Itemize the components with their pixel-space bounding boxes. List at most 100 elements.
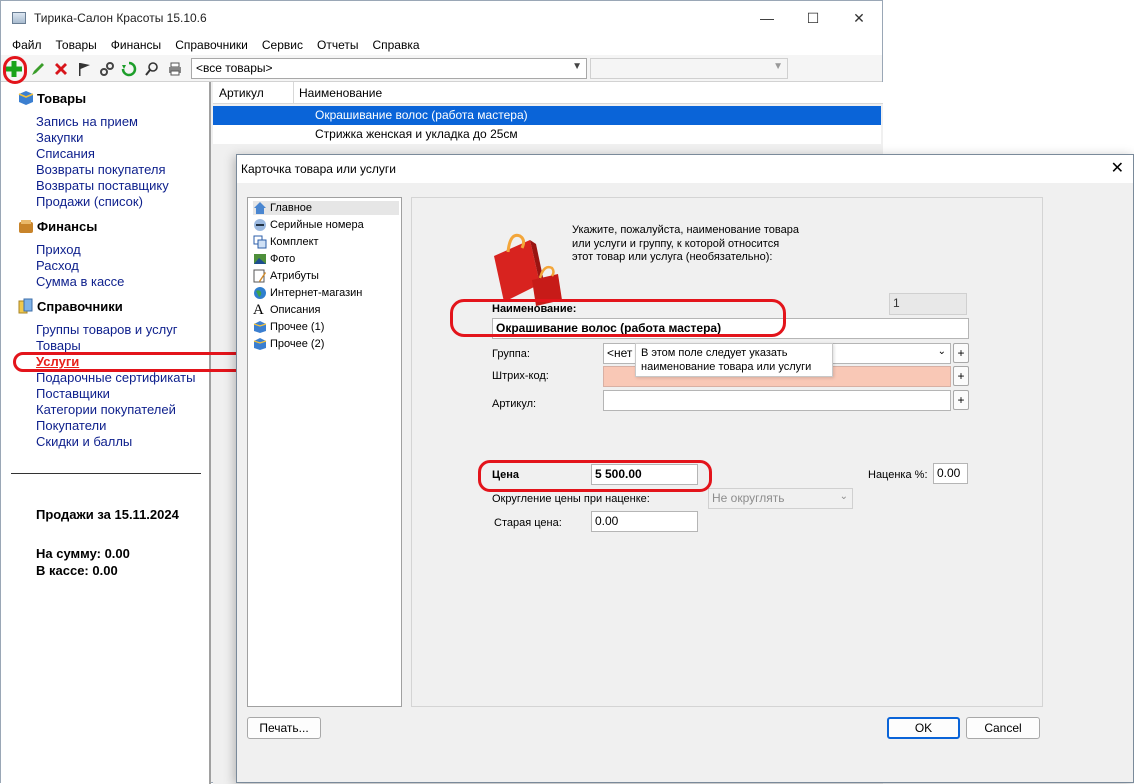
nav-customer-categories[interactable]: Категории покупателей — [36, 402, 176, 417]
markup-label: Наценка %: — [868, 469, 928, 481]
article-field[interactable] — [603, 390, 951, 411]
menu-help[interactable]: Справка — [365, 38, 426, 52]
search-icon[interactable] — [142, 59, 162, 79]
cash-amount: В кассе: 0.00 — [36, 563, 118, 578]
add-barcode-button[interactable]: + — [953, 366, 969, 386]
ok-button[interactable]: OK — [887, 717, 960, 739]
minimize-button[interactable]: — — [744, 1, 790, 35]
shopping-bags-icon — [482, 226, 572, 306]
group-label: Группа: — [492, 348, 530, 360]
menu-file[interactable]: Файл — [5, 38, 49, 52]
flag-icon[interactable] — [74, 59, 94, 79]
section-other-1[interactable]: Прочее (1) — [253, 320, 324, 334]
menu-references[interactable]: Справочники — [168, 38, 255, 52]
add-article-button[interactable]: + — [953, 390, 969, 410]
app-icon — [12, 12, 26, 24]
title-bar: Тирика-Салон Красоты 15.10.6 — ☐ ✕ — [1, 1, 882, 35]
section-bundle-label: Комплект — [270, 236, 319, 248]
print-icon[interactable] — [165, 59, 185, 79]
photo-icon — [253, 252, 267, 266]
annotation-price-field — [478, 460, 712, 492]
filter-select[interactable]: <все товары> ▼ — [191, 58, 587, 79]
add-group-button[interactable]: + — [953, 343, 969, 363]
section-main-label: Главное — [270, 202, 313, 214]
section-goods: Товары — [18, 90, 86, 106]
nav-expense[interactable]: Расход — [36, 258, 79, 273]
menu-finance[interactable]: Финансы — [104, 38, 168, 52]
secondary-filter-select[interactable]: ▼ — [590, 58, 788, 79]
letter-a-icon: A — [253, 302, 264, 318]
nav-gift-certificates[interactable]: Подарочные сертификаты — [36, 370, 195, 385]
link-icon[interactable] — [97, 59, 117, 79]
nav-writeoffs[interactable]: Списания — [36, 146, 95, 161]
nav-discounts[interactable]: Скидки и баллы — [36, 434, 132, 449]
chevron-down-icon: ⌄ — [839, 491, 848, 502]
section-photo[interactable]: Фото — [253, 252, 295, 266]
nav-purchases[interactable]: Закупки — [36, 130, 83, 145]
divider — [11, 473, 201, 474]
section-photo-label: Фото — [270, 253, 296, 265]
nav-sales-list[interactable]: Продажи (список) — [36, 194, 143, 209]
column-article[interactable]: Артикул — [219, 86, 264, 100]
section-descriptions[interactable]: A Описания — [253, 302, 320, 318]
old-price-field[interactable]: 0.00 — [591, 511, 698, 532]
nav-customers[interactable]: Покупатели — [36, 418, 106, 433]
print-button[interactable]: Печать... — [247, 717, 321, 739]
chevron-down-icon: ⌄ — [937, 346, 946, 357]
close-button[interactable]: ✕ — [836, 1, 882, 35]
nav-products[interactable]: Товары — [36, 338, 81, 353]
menu-service[interactable]: Сервис — [255, 38, 310, 52]
attributes-icon — [253, 269, 267, 283]
table-row[interactable]: Окрашивание волос (работа мастера) — [213, 106, 881, 125]
edit-icon[interactable] — [28, 59, 48, 79]
section-references: Справочники — [18, 298, 123, 314]
intro-line-3: этот товар или услуга (необязательно): — [572, 251, 773, 263]
section-serial-numbers[interactable]: Серийные номера — [253, 218, 364, 232]
cancel-button[interactable]: Cancel — [966, 717, 1040, 739]
dialog-close-button[interactable]: ✕ — [1111, 158, 1124, 178]
section-goods-title: Товары — [37, 90, 87, 106]
box-icon — [18, 90, 34, 106]
annotation-name-field — [450, 299, 786, 337]
section-attributes-label: Атрибуты — [270, 270, 319, 282]
nav-cash-amount[interactable]: Сумма в кассе — [36, 274, 124, 289]
maximize-button[interactable]: ☐ — [790, 1, 836, 35]
delete-icon[interactable] — [51, 59, 71, 79]
table-row[interactable]: Стрижка женская и укладка до 25см — [213, 125, 881, 144]
refresh-icon[interactable] — [119, 59, 139, 79]
section-finance-title: Финансы — [37, 218, 98, 234]
barcode-label: Штрих-код: — [492, 370, 549, 382]
main-section-panel: Укажите, пожалуйста, наименование товара… — [411, 197, 1043, 707]
globe-icon — [253, 286, 267, 300]
window-title: Тирика-Салон Красоты 15.10.6 — [34, 11, 207, 25]
serial-numbers-icon — [253, 218, 267, 232]
counter-field: 1 — [889, 293, 967, 315]
nav-product-groups[interactable]: Группы товаров и услуг — [36, 322, 178, 337]
section-online-shop[interactable]: Интернет-магазин — [253, 286, 362, 300]
nav-customer-returns[interactable]: Возвраты покупателя — [36, 162, 166, 177]
wallet-icon — [18, 218, 34, 234]
nav-income[interactable]: Приход — [36, 242, 81, 257]
filter-value: <все товары> — [196, 61, 273, 75]
menu-goods[interactable]: Товары — [49, 38, 104, 52]
name-field-tooltip: В этом поле следует указать наименование… — [635, 343, 833, 377]
nav-supplier-returns[interactable]: Возвраты поставщику — [36, 178, 169, 193]
box-icon — [253, 337, 267, 351]
section-other-2[interactable]: Прочее (2) — [253, 337, 324, 351]
section-attributes[interactable]: Атрибуты — [253, 269, 319, 283]
menu-reports[interactable]: Отчеты — [310, 38, 365, 52]
markup-field[interactable]: 0.00 — [933, 463, 968, 484]
navigation-panel: Товары Запись на прием Закупки Списания … — [1, 82, 211, 784]
grid-header: Артикул Наименование — [213, 82, 883, 104]
section-main[interactable]: Главное — [253, 201, 399, 215]
chevron-down-icon: ▼ — [773, 61, 783, 72]
section-bundle[interactable]: Комплект — [253, 235, 319, 249]
tooltip-line-1: В этом поле следует указать — [641, 347, 788, 359]
nav-appointments[interactable]: Запись на прием — [36, 114, 138, 129]
dialog-title-bar: Карточка товара или услуги ✕ — [237, 155, 1133, 183]
section-references-title: Справочники — [37, 298, 123, 314]
column-name[interactable]: Наименование — [299, 86, 382, 100]
toolbar: <все товары> ▼ ▼ — [1, 55, 882, 82]
dialog-sections-list: Главное Серийные номера Комплект Фото Ат… — [247, 197, 402, 707]
nav-suppliers[interactable]: Поставщики — [36, 386, 110, 401]
